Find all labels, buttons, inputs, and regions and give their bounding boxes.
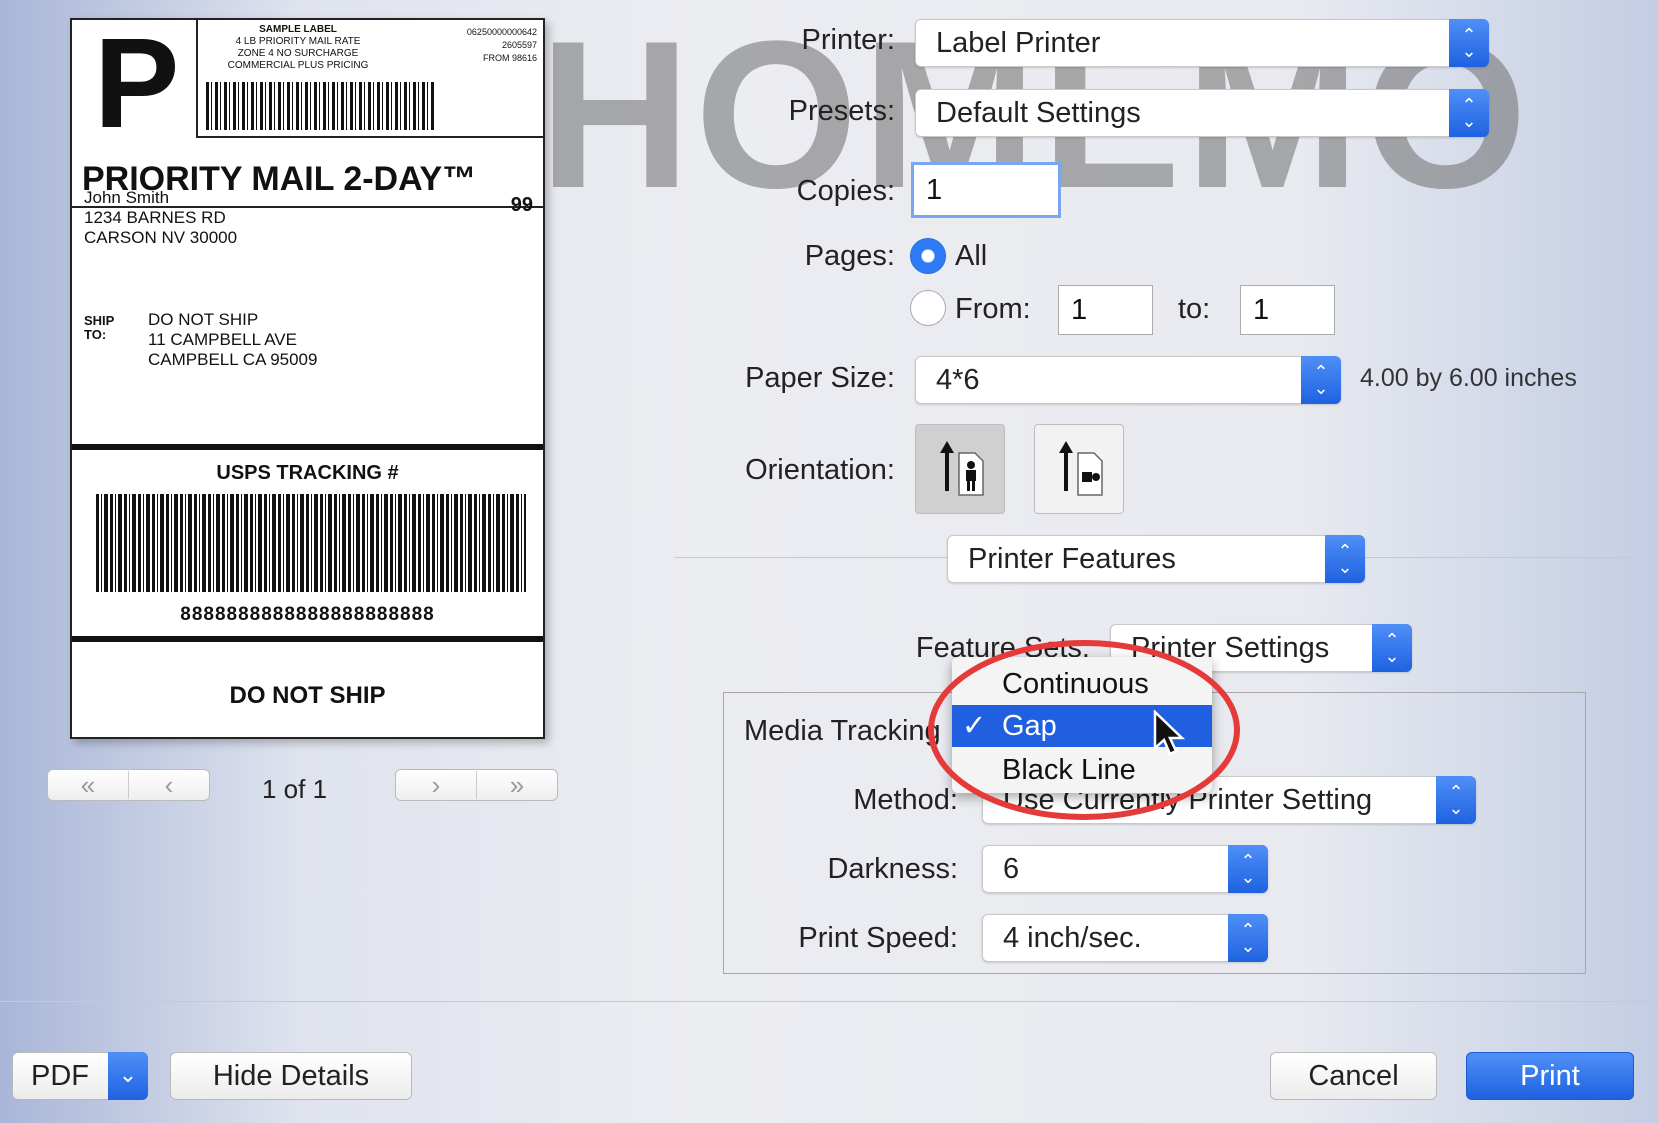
recipient-line: DO NOT SHIP — [148, 310, 259, 329]
paper-size-info: 4.00 by 6.00 inches — [1360, 364, 1577, 392]
paper-size-label: Paper Size: — [745, 362, 895, 394]
reference-line: FROM 98616 — [482, 53, 537, 63]
printer-value: Label Printer — [936, 27, 1101, 59]
2d-barcode — [206, 82, 434, 130]
tracking-title: USPS TRACKING # — [216, 462, 399, 484]
darkness-label: Darkness: — [827, 853, 958, 885]
paper-size-popup[interactable]: 4*6 ⌃ ⌄ — [915, 356, 1341, 404]
pages-label: Pages: — [804, 240, 895, 272]
first-page-button[interactable]: « — [48, 771, 128, 799]
ship-to-line: TO: — [84, 327, 107, 342]
label-preview: P SAMPLE LABEL 4 LB PRIORITY MAIL RATE Z… — [70, 18, 545, 739]
tracking-number: 8888888888888888888888 — [180, 604, 435, 625]
chevron-updown-icon: ⌃ ⌄ — [1325, 535, 1365, 583]
method-label: Method: — [853, 784, 958, 816]
chevron-updown-icon: ⌃ ⌄ — [1449, 19, 1489, 67]
darkness-popup[interactable]: 6 ⌃ ⌄ — [982, 845, 1268, 893]
sample-line: SAMPLE LABEL — [259, 24, 337, 35]
pager-forward-group: › » — [395, 769, 558, 801]
hide-details-button[interactable]: Hide Details — [170, 1052, 412, 1100]
pages-to-field[interactable]: 1 — [1240, 285, 1335, 335]
pager-back-group: « ‹ — [47, 769, 210, 801]
printer-popup[interactable]: Label Printer ⌃ ⌄ — [915, 19, 1489, 67]
footer-separator — [0, 1001, 1658, 1002]
chevron-updown-icon: ⌃ ⌄ — [1228, 914, 1268, 962]
chevron-updown-icon: ⌃ ⌄ — [1449, 89, 1489, 137]
pages-from-text: From: — [955, 293, 1031, 325]
chevron-updown-icon: ⌃ ⌄ — [1372, 624, 1412, 672]
presets-label: Presets: — [788, 95, 895, 127]
divider — [72, 444, 543, 450]
checkmark-icon: ✓ — [962, 710, 987, 742]
pages-to-text: to: — [1178, 293, 1211, 325]
landscape-icon — [1059, 441, 1103, 496]
print-speed-label: Print Speed: — [798, 922, 958, 954]
previous-page-button[interactable]: ‹ — [128, 771, 209, 799]
chevron-updown-icon: ⌃ ⌄ — [1436, 776, 1476, 824]
sample-line: COMMERCIAL PLUS PRICING — [227, 60, 369, 71]
zone-number: 99 — [510, 194, 533, 216]
cancel-button[interactable]: Cancel — [1270, 1052, 1437, 1100]
menu-item-gap-label: Gap — [1002, 710, 1057, 742]
portrait-icon — [940, 441, 984, 496]
copies-label: Copies: — [796, 175, 895, 207]
printer-label: Printer: — [801, 24, 895, 56]
print-speed-popup[interactable]: 4 inch/sec. ⌃ ⌄ — [982, 914, 1268, 962]
sample-header: SAMPLE LABEL 4 LB PRIORITY MAIL RATE ZON… — [218, 24, 378, 72]
section-value: Printer Features — [968, 543, 1176, 575]
presets-value: Default Settings — [936, 97, 1141, 129]
reference-line: 06250000000642 — [466, 27, 537, 37]
pages-from-field[interactable]: 1 — [1058, 285, 1153, 335]
reference-numbers: 06250000000642 2605597 FROM 98616 — [467, 26, 537, 65]
chevron-updown-icon: ⌃ ⌄ — [1228, 845, 1268, 893]
pdf-button[interactable]: PDF ⌄ — [12, 1052, 148, 1100]
chevron-updown-icon: ⌃ ⌄ — [1301, 356, 1341, 404]
orientation-label: Orientation: — [745, 454, 895, 486]
sender-line: CARSON NV 30000 — [84, 228, 238, 247]
reference-line: 2605597 — [501, 40, 537, 50]
sender-line: 1234 BARNES RD — [84, 208, 226, 227]
sender-line: John Smith — [84, 188, 170, 207]
divider — [72, 636, 543, 642]
service-letter: P — [94, 12, 180, 155]
chevron-down-icon[interactable]: ⌄ — [108, 1052, 148, 1100]
mouse-cursor-icon — [1153, 710, 1186, 756]
copies-field[interactable]: 1 — [911, 162, 1061, 218]
recipient-line: CAMPBELL CA 95009 — [148, 350, 318, 369]
separator-right — [1365, 557, 1635, 558]
presets-popup[interactable]: Default Settings ⌃ ⌄ — [915, 89, 1489, 137]
next-page-button[interactable]: › — [396, 771, 476, 799]
sample-line: 4 LB PRIORITY MAIL RATE — [235, 36, 361, 47]
ship-to-label: SHIP TO: — [84, 314, 114, 342]
label-header-box: SAMPLE LABEL 4 LB PRIORITY MAIL RATE ZON… — [196, 20, 543, 138]
ship-to-line: SHIP — [84, 313, 115, 328]
section-popup[interactable]: Printer Features ⌃ ⌄ — [947, 535, 1365, 583]
portrait-orientation-button[interactable] — [915, 424, 1005, 514]
print-speed-value: 4 inch/sec. — [1003, 922, 1142, 954]
media-tracking-label: Media Tracking — [744, 715, 941, 747]
tracking-barcode — [96, 494, 526, 592]
landscape-orientation-button[interactable] — [1034, 424, 1124, 514]
pdf-label: PDF — [31, 1060, 89, 1092]
menu-item-continuous[interactable]: Continuous — [952, 663, 1212, 705]
recipient-address: DO NOT SHIP 11 CAMPBELL AVE CAMPBELL CA … — [148, 310, 317, 370]
print-button[interactable]: Print — [1466, 1052, 1634, 1100]
pages-all-radio[interactable] — [910, 238, 946, 274]
pages-range-radio[interactable] — [910, 290, 946, 326]
last-page-button[interactable]: » — [476, 771, 557, 799]
sender-address: John Smith 1234 BARNES RD CARSON NV 3000… — [84, 188, 237, 248]
recipient-line: 11 CAMPBELL AVE — [148, 330, 297, 349]
pages-all-text: All — [955, 240, 988, 272]
page-count: 1 of 1 — [262, 774, 328, 804]
label-footer: DO NOT SHIP — [229, 682, 386, 709]
darkness-value: 6 — [1003, 853, 1020, 885]
paper-size-value: 4*6 — [936, 364, 980, 396]
sample-line: ZONE 4 NO SURCHARGE — [237, 48, 359, 59]
